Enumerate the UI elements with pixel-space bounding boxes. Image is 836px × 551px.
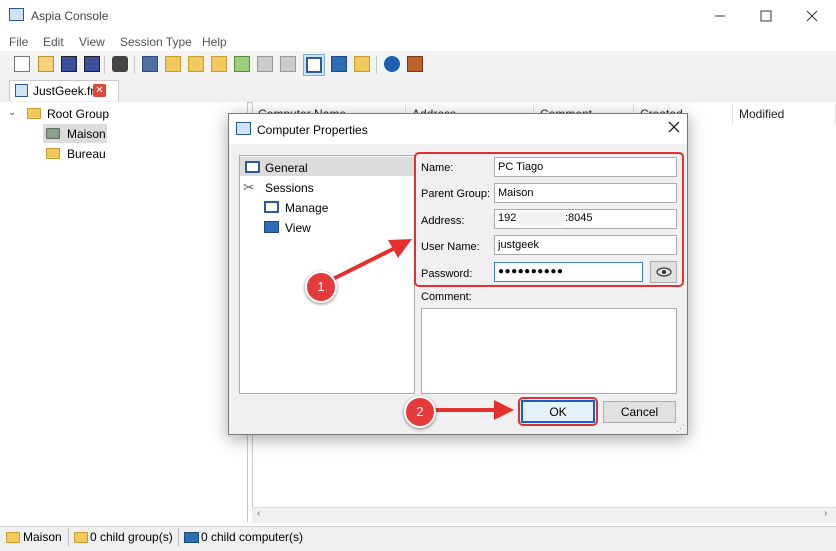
annotation-arrows — [330, 239, 514, 420]
annotation-badge-1: 1 — [305, 271, 337, 303]
annotation-badge-2: 2 — [404, 396, 436, 428]
